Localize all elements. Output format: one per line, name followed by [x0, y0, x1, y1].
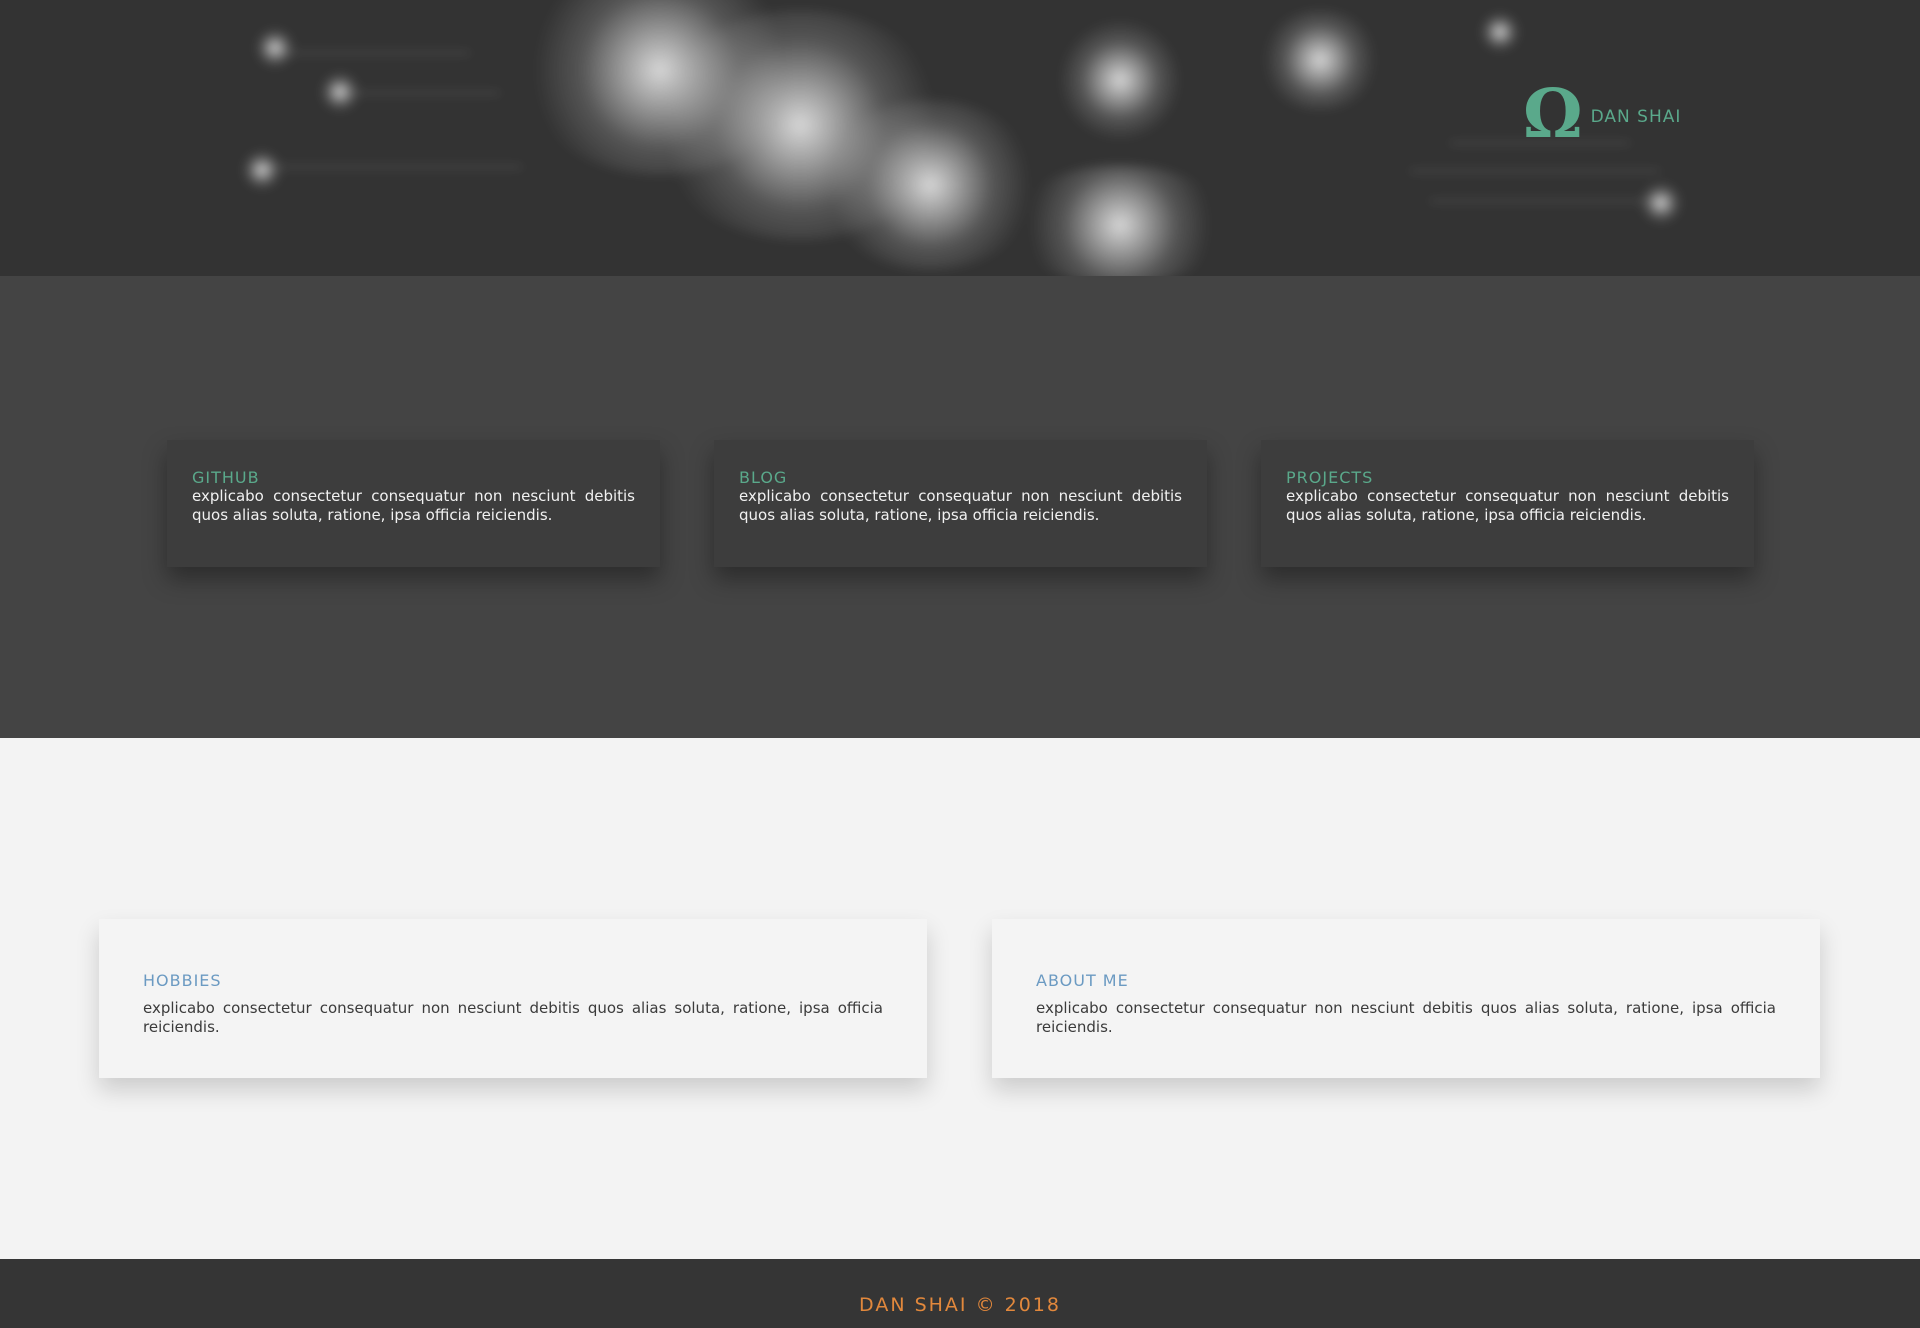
card-title: PROJECTS [1286, 468, 1374, 487]
hero-background-shape [255, 28, 295, 68]
hero-banner: Ω DAN SHAI [0, 0, 1920, 276]
brand-name: DAN SHAI [1590, 106, 1682, 127]
card-description: explicabo consectetur consequatur non ne… [143, 999, 883, 1037]
hero-background-line [280, 52, 470, 54]
hero-background-shape [1480, 12, 1520, 52]
card-projects[interactable]: PROJECTS explicabo consectetur consequat… [1261, 440, 1754, 567]
hero-background-line [262, 166, 522, 168]
card-title: HOBBIES [143, 971, 222, 990]
omega-icon: Ω [1523, 74, 1583, 153]
hero-background-shape [820, 100, 1040, 270]
card-github[interactable]: GITHUB explicabo consectetur consequatur… [167, 440, 660, 567]
card-title: BLOG [739, 468, 788, 487]
hero-background-shape [242, 150, 282, 190]
hero-background-line [350, 92, 500, 94]
card-description: explicabo consectetur consequatur non ne… [1036, 999, 1776, 1037]
footer-copyright: DAN SHAI © 2018 [859, 1294, 1061, 1316]
site-footer: DAN SHAI © 2018 [0, 1259, 1920, 1328]
brand-logo[interactable]: Ω DAN SHAI [1523, 80, 1681, 147]
card-blog[interactable]: BLOG explicabo consectetur consequatur n… [714, 440, 1207, 567]
hero-background-shape [1260, 10, 1380, 110]
card-title: ABOUT ME [1036, 971, 1129, 990]
card-description: explicabo consectetur consequatur non ne… [739, 487, 1182, 525]
card-description: explicabo consectetur consequatur non ne… [1286, 487, 1729, 525]
hero-background-line [1410, 170, 1660, 172]
card-hobbies[interactable]: HOBBIES explicabo consectetur consequatu… [99, 919, 927, 1078]
hero-background-shape [1640, 182, 1682, 224]
card-description: explicabo consectetur consequatur non ne… [192, 487, 635, 525]
hero-background-shape [1060, 20, 1180, 140]
featured-links-section: GITHUB explicabo consectetur consequatur… [0, 276, 1920, 738]
card-title: GITHUB [192, 468, 260, 487]
info-section: HOBBIES explicabo consectetur consequatu… [0, 738, 1920, 1259]
hero-background-line [1430, 200, 1660, 202]
card-about-me[interactable]: ABOUT ME explicabo consectetur consequat… [992, 919, 1820, 1078]
hero-background-shape [1010, 165, 1230, 276]
